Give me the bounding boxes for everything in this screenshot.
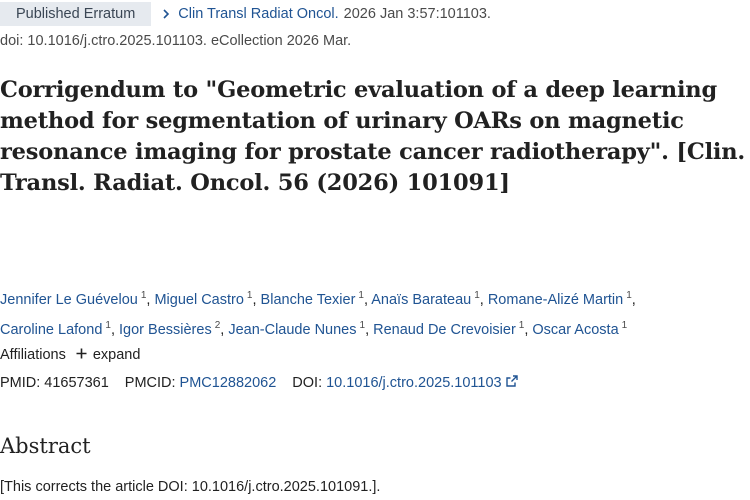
author-item: Miguel Castro 1 [154, 290, 253, 308]
author-item: Blanche Texier 1 [261, 290, 364, 308]
expand-label: expand [92, 347, 141, 363]
author-item: Igor Bessières 2 [119, 320, 221, 338]
pmcid-link[interactable]: PMC12882062 [180, 375, 277, 391]
abstract-text: [This corrects the article DOI: 10.1016/… [0, 479, 381, 495]
author-link[interactable]: Jean-Claude Nunes [228, 322, 356, 338]
doi-link[interactable]: 10.1016/j.ctro.2025.101103 [326, 375, 502, 391]
author-list: Jennifer Le Guévelou 1, Miguel Castro 1, B… [0, 290, 636, 338]
affiliation-number[interactable]: 1 [358, 290, 364, 301]
citation-bar: Published Erratum Clin Transl Radiat Onc… [0, 2, 491, 26]
chevron-right-icon [161, 9, 171, 19]
affiliation-number[interactable]: 2 [215, 320, 221, 331]
pmid-label: PMID: [0, 375, 41, 391]
author-link[interactable]: Caroline Lafond [0, 322, 102, 338]
pmid-value: 41657361 [44, 375, 109, 391]
affiliations-label: Affiliations [0, 347, 66, 363]
article-title: Corrigendum to "Geometric evaluation of … [0, 77, 746, 196]
author-link[interactable]: Anaïs Barateau [371, 292, 471, 308]
author-item: Renaud De Crevoisier 1 [373, 320, 525, 338]
affiliation-number[interactable]: 1 [105, 320, 111, 331]
external-link-icon[interactable] [505, 375, 518, 391]
author-item: Anaïs Barateau 1 [371, 290, 480, 308]
affiliation-number[interactable]: 1 [626, 290, 632, 301]
author-link[interactable]: Jennifer Le Guévelou [0, 292, 138, 308]
journal-link[interactable]: Clin Transl Radiat Oncol. [178, 6, 338, 22]
affiliations-row: Affiliations expand [0, 347, 140, 363]
affiliation-number[interactable]: 1 [622, 320, 628, 331]
author-link[interactable]: Blanche Texier [261, 292, 356, 308]
article-page: Published Erratum Clin Transl Radiat Onc… [0, 0, 750, 500]
affiliation-number[interactable]: 1 [247, 290, 253, 301]
doi-label: DOI: [292, 375, 323, 391]
author-item: Jean-Claude Nunes 1 [228, 320, 366, 338]
affiliation-number[interactable]: 1 [519, 320, 525, 331]
author-link[interactable]: Miguel Castro [154, 292, 243, 308]
affiliation-number[interactable]: 1 [474, 290, 480, 301]
author-link[interactable]: Romane-Alizé Martin [488, 292, 623, 308]
author-link[interactable]: Igor Bessières [119, 322, 212, 338]
author-link[interactable]: Oscar Acosta [532, 322, 618, 338]
identifiers-row: PMID: 41657361 PMCID: PMC12882062 DOI: 1… [0, 375, 518, 391]
author-item: Caroline Lafond 1 [0, 320, 111, 338]
pmcid-label: PMCID: [124, 375, 176, 391]
citation-details: 2026 Jan 3:57:101103. [343, 6, 491, 22]
author-item: Romane-Alizé Martin 1 [488, 290, 632, 308]
author-item: Jennifer Le Guévelou 1 [0, 290, 147, 308]
published-erratum-badge: Published Erratum [0, 2, 152, 26]
affiliation-number[interactable]: 1 [360, 320, 366, 331]
affiliation-number[interactable]: 1 [141, 290, 147, 301]
abstract-heading: Abstract [0, 434, 91, 458]
expand-affiliations-button[interactable]: expand [76, 347, 141, 363]
author-link[interactable]: Renaud De Crevoisier [373, 322, 516, 338]
author-item: Oscar Acosta 1 [532, 320, 628, 338]
plus-icon [76, 347, 87, 363]
doi-ecollection-line: doi: 10.1016/j.ctro.2025.101103. eCollec… [0, 33, 352, 49]
